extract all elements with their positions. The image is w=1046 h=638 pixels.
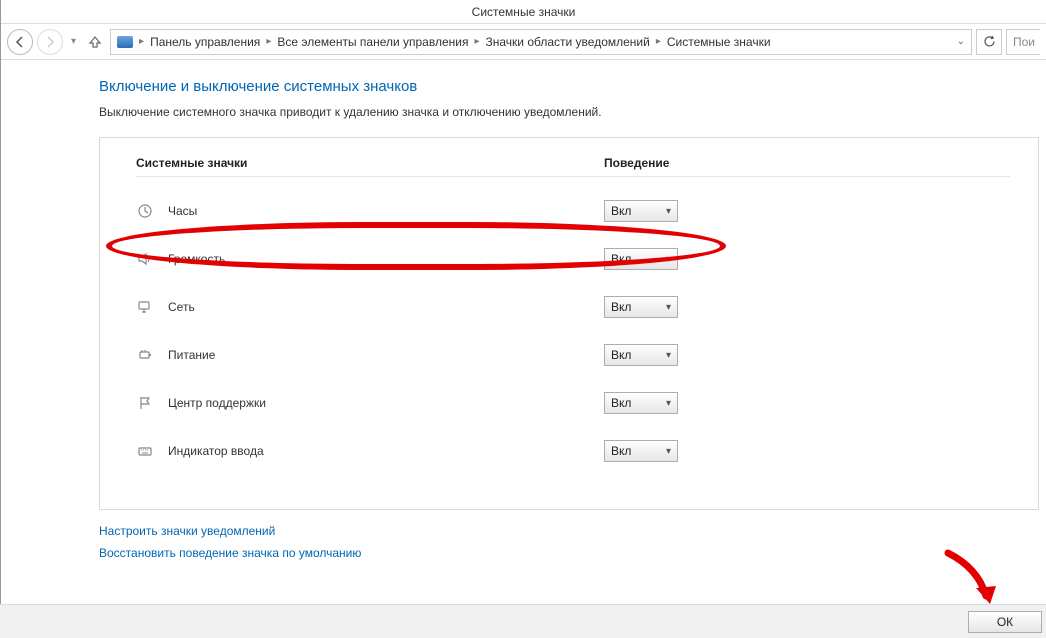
back-button[interactable]	[7, 29, 33, 55]
breadcrumb[interactable]: Все элементы панели управления	[277, 35, 468, 49]
table-row: Питание Вкл	[136, 331, 1010, 379]
row-label: Громкость	[168, 252, 225, 266]
address-dropdown[interactable]: ⌄	[957, 36, 965, 47]
row-label: Сеть	[168, 300, 195, 314]
history-dropdown[interactable]: ▾	[67, 36, 80, 47]
up-button[interactable]	[84, 31, 106, 53]
arrow-right-icon	[44, 36, 56, 48]
chevron-right-icon: ▸	[474, 36, 479, 47]
keyboard-icon	[136, 442, 154, 460]
table-row: Часы Вкл	[136, 187, 1010, 235]
volume-icon	[136, 250, 154, 268]
address-bar[interactable]: ▸ Панель управления ▸ Все элементы панел…	[110, 29, 972, 55]
window-titlebar: Системные значки	[1, 0, 1046, 24]
behavior-select[interactable]: Вкл	[604, 200, 678, 222]
navigation-toolbar: ▾ ▸ Панель управления ▸ Все элементы пан…	[1, 24, 1046, 60]
behavior-select[interactable]: Вкл	[604, 296, 678, 318]
table-row: Центр поддержки Вкл	[136, 379, 1010, 427]
dialog-footer: ОК	[0, 604, 1046, 638]
table-row: Индикатор ввода Вкл	[136, 427, 1010, 475]
refresh-button[interactable]	[976, 29, 1002, 55]
row-label: Центр поддержки	[168, 396, 266, 410]
row-label: Часы	[168, 204, 197, 218]
restore-defaults-link[interactable]: Восстановить поведение значка по умолчан…	[99, 546, 1046, 560]
settings-panel: Системные значки Поведение Часы Вкл	[99, 137, 1039, 510]
links-area: Настроить значки уведомлений Восстановит…	[99, 524, 1046, 560]
column-header-name: Системные значки	[136, 156, 604, 170]
clock-icon	[136, 202, 154, 220]
search-box[interactable]: Пои	[1006, 29, 1040, 55]
page-description: Выключение системного значка приводит к …	[99, 105, 1046, 119]
power-icon	[136, 346, 154, 364]
breadcrumb[interactable]: Значки области уведомлений	[486, 35, 650, 49]
table-row: Сеть Вкл	[136, 283, 1010, 331]
chevron-right-icon: ▸	[656, 36, 661, 47]
breadcrumb[interactable]: Системные значки	[667, 35, 771, 49]
page-title: Включение и выключение системных значков	[99, 78, 1046, 95]
search-placeholder: Пои	[1013, 35, 1035, 49]
customize-icons-link[interactable]: Настроить значки уведомлений	[99, 524, 1046, 538]
behavior-select[interactable]: Вкл	[604, 248, 678, 270]
behavior-select[interactable]: Вкл	[604, 392, 678, 414]
table-row: Громкость Вкл	[136, 235, 1010, 283]
flag-icon	[136, 394, 154, 412]
network-icon	[136, 298, 154, 316]
refresh-icon	[983, 35, 996, 48]
window-title: Системные значки	[472, 5, 576, 19]
chevron-right-icon: ▸	[139, 36, 144, 47]
forward-button[interactable]	[37, 29, 63, 55]
chevron-right-icon: ▸	[266, 36, 271, 47]
ok-button[interactable]: ОК	[968, 611, 1042, 633]
arrow-up-icon	[88, 35, 102, 49]
control-panel-icon	[117, 36, 133, 48]
row-label: Индикатор ввода	[168, 444, 264, 458]
content-area: Включение и выключение системных значков…	[1, 60, 1046, 638]
arrow-left-icon	[14, 36, 26, 48]
breadcrumb[interactable]: Панель управления	[150, 35, 260, 49]
behavior-select[interactable]: Вкл	[604, 344, 678, 366]
column-header-behavior: Поведение	[604, 156, 669, 170]
row-label: Питание	[168, 348, 215, 362]
behavior-select[interactable]: Вкл	[604, 440, 678, 462]
